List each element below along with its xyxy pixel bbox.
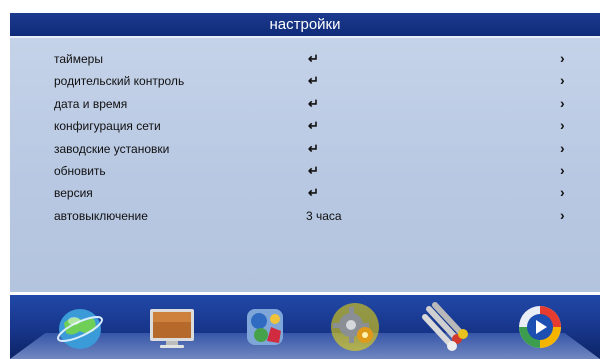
enter-icon: ↵ [308, 162, 319, 178]
settings-screen: настройки таймеры ↵ › родительский контр… [0, 0, 608, 359]
settings-gear-icon[interactable] [329, 301, 381, 353]
enter-icon: ↵ [308, 185, 319, 201]
main-menu-dock [10, 295, 600, 359]
menu-item-label: таймеры [54, 52, 103, 66]
menu-item-label: заводские установки [54, 141, 170, 156]
chevron-right-icon: › [560, 117, 565, 134]
menu-item-parental-control[interactable]: родительский контроль ↵ › [10, 70, 600, 92]
enter-icon: ↵ [308, 73, 319, 89]
menu-item-factory-reset[interactable]: заводские установки ↵ › [10, 138, 600, 160]
enter-icon: ↵ [308, 140, 319, 156]
settings-menu: таймеры ↵ › родительский контроль ↵ › да… [10, 48, 600, 227]
chevron-right-icon: › [560, 94, 565, 111]
menu-item-label: дата и время [54, 96, 128, 111]
enter-icon: ↵ [308, 51, 319, 66]
menu-item-auto-off[interactable]: автовыключение 3 часа › [10, 205, 600, 227]
globe-icon[interactable] [54, 301, 106, 353]
enter-icon: ↵ [308, 118, 319, 134]
av-cables-icon[interactable] [421, 301, 473, 353]
chevron-right-icon: › [560, 161, 565, 178]
page-title: настройки [10, 13, 600, 38]
menu-item-label: родительский контроль [54, 74, 185, 89]
media-play-icon[interactable] [514, 301, 566, 353]
menu-item-update[interactable]: обновить ↵ › [10, 160, 600, 182]
menu-item-label: версия [54, 186, 93, 201]
chevron-right-icon: › [560, 139, 565, 156]
menu-item-network-config[interactable]: конфигурация сети ↵ › [10, 115, 600, 137]
puzzle-icon[interactable] [239, 301, 291, 353]
chevron-right-icon: › [560, 72, 565, 89]
menu-item-label: обновить [54, 163, 106, 178]
tv-icon[interactable] [146, 301, 198, 353]
menu-item-date-time[interactable]: дата и время ↵ › [10, 93, 600, 115]
chevron-right-icon: › [560, 184, 565, 201]
enter-icon: ↵ [308, 95, 319, 111]
chevron-right-icon: › [560, 50, 565, 66]
chevron-right-icon: › [560, 206, 565, 223]
menu-item-timers[interactable]: таймеры ↵ › [10, 48, 600, 70]
auto-off-value: 3 часа [306, 208, 342, 223]
menu-item-label: конфигурация сети [54, 119, 161, 134]
menu-item-version[interactable]: версия ↵ › [10, 182, 600, 204]
menu-item-label: автовыключение [54, 208, 148, 223]
